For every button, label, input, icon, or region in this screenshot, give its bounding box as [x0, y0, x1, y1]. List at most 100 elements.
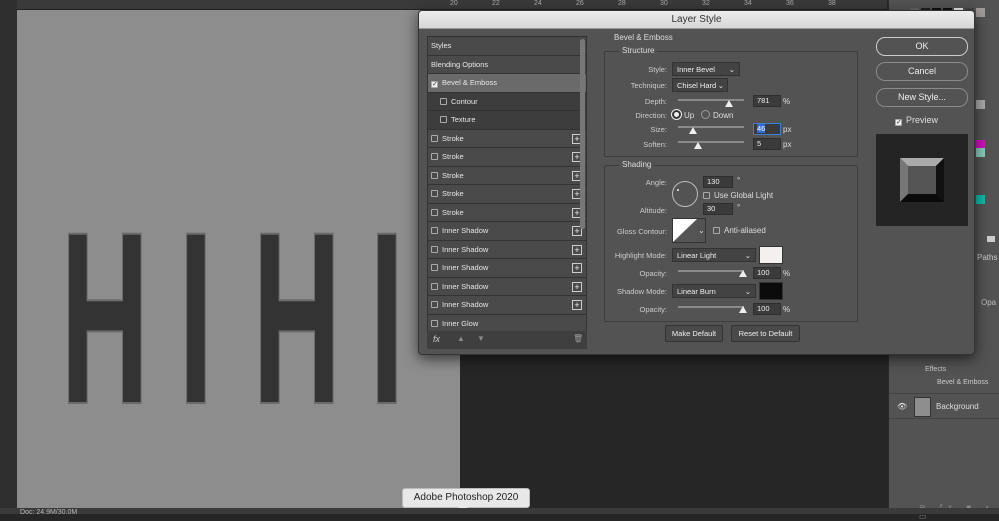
- angle-input[interactable]: 130: [703, 176, 733, 188]
- style-list-item[interactable]: Inner Shadow +: [428, 259, 586, 278]
- tab-paths[interactable]: Paths: [977, 253, 999, 269]
- style-checkbox[interactable]: [440, 97, 447, 105]
- style-checkbox[interactable]: [431, 190, 438, 197]
- style-list-item[interactable]: Contour: [428, 92, 586, 111]
- use-global-light[interactable]: Use Global Light: [703, 191, 773, 200]
- chevron-down-icon[interactable]: ⌄: [698, 226, 705, 235]
- eye-icon[interactable]: 👁: [897, 402, 907, 411]
- highlight-opacity-input[interactable]: 100: [753, 267, 781, 279]
- use-global-light-checkbox[interactable]: [703, 192, 710, 199]
- direction-label: Direction:: [635, 111, 667, 120]
- ruler-tick-label: 34: [744, 0, 752, 7]
- style-list-item[interactable]: Stroke +: [428, 129, 586, 148]
- style-list-label: Inner Shadow: [442, 300, 489, 309]
- opacity-label: Opa: [981, 298, 997, 307]
- preview-toggle[interactable]: ✓ Preview: [895, 115, 938, 126]
- highlight-opacity-thumb[interactable]: [739, 270, 747, 277]
- ruler-tick-label: 30: [660, 0, 668, 7]
- anti-aliased[interactable]: Anti-aliased: [713, 226, 766, 235]
- style-list-item[interactable]: Inner Shadow +: [428, 277, 586, 296]
- technique-select[interactable]: Chisel Hard ⌄: [672, 78, 728, 92]
- style-list-item[interactable]: Inner Shadow +: [428, 240, 586, 259]
- angle-unit: °: [737, 176, 741, 185]
- style-list-item[interactable]: Styles: [428, 37, 586, 56]
- move-up-icon[interactable]: ▲: [457, 334, 465, 343]
- style-list-label: Inner Shadow: [442, 263, 489, 272]
- gloss-contour-label: Gloss Contour:: [616, 227, 667, 236]
- anti-aliased-checkbox[interactable]: [713, 227, 720, 234]
- highlight-mode-select[interactable]: Linear Light ⌄: [672, 248, 756, 262]
- angle-dial[interactable]: [672, 181, 698, 207]
- style-checkbox[interactable]: [431, 134, 438, 142]
- style-list-item[interactable]: Inner Shadow +: [428, 222, 586, 241]
- style-list-item[interactable]: Texture: [428, 111, 586, 130]
- style-list-label: Stroke: [442, 133, 464, 143]
- style-checkbox[interactable]: [431, 319, 438, 327]
- fx-button[interactable]: fx: [433, 334, 440, 344]
- shadow-opacity-slider[interactable]: [678, 306, 744, 308]
- style-select[interactable]: Inner Bevel ⌄: [672, 62, 740, 76]
- canvas-text-hihi: HIHI: [61, 182, 404, 454]
- reset-to-default-button[interactable]: Reset to Default: [731, 325, 800, 342]
- style-checkbox[interactable]: [431, 245, 438, 253]
- effects-label: Effects: [925, 366, 947, 373]
- style-list-item[interactable]: Stroke +: [428, 166, 586, 185]
- depth-input[interactable]: 781: [753, 95, 781, 107]
- style-checkbox[interactable]: [431, 282, 438, 290]
- layer-name: Background: [936, 402, 979, 411]
- cancel-button[interactable]: Cancel: [876, 62, 968, 81]
- highlight-color-swatch[interactable]: [759, 246, 783, 264]
- depth-label: Depth:: [644, 97, 667, 106]
- size-slider-thumb[interactable]: [688, 127, 697, 134]
- style-list-label: Stroke: [442, 189, 464, 198]
- style-label: Style:: [648, 65, 667, 74]
- direction-down-radio[interactable]: [701, 110, 710, 119]
- shadow-mode-select[interactable]: Linear Burn ⌄: [672, 284, 756, 298]
- ok-button[interactable]: OK: [876, 37, 968, 56]
- style-list-item[interactable]: Stroke +: [428, 185, 586, 204]
- color-swatch[interactable]: [976, 100, 985, 109]
- style-list-item[interactable]: Stroke +: [428, 203, 586, 222]
- folder-icon[interactable]: [987, 236, 995, 242]
- depth-slider-thumb[interactable]: [725, 100, 734, 107]
- style-list-item[interactable]: Blending Options: [428, 55, 586, 74]
- soften-slider[interactable]: [678, 141, 744, 143]
- trash-icon[interactable]: 🗑: [573, 334, 583, 343]
- color-swatch[interactable]: [976, 148, 985, 157]
- shadow-color-swatch[interactable]: [759, 282, 783, 300]
- gloss-contour-picker[interactable]: ⌄: [672, 218, 706, 243]
- style-checkbox[interactable]: [431, 264, 438, 271]
- style-checkbox[interactable]: [431, 227, 438, 234]
- canvas[interactable]: HIHI: [17, 10, 460, 510]
- style-list-label: Stroke: [442, 152, 464, 161]
- size-value: 46: [757, 124, 766, 133]
- soften-slider-thumb[interactable]: [693, 142, 702, 149]
- style-list-item[interactable]: Stroke +: [428, 148, 586, 167]
- shadow-opacity-thumb[interactable]: [739, 306, 747, 313]
- shadow-mode-value: Linear Burn: [677, 287, 716, 296]
- style-list-item[interactable]: ✓ Bevel & Emboss: [428, 74, 586, 93]
- horizontal-ruler: 20 22 24 26 28 30 32 34 36 38: [17, 0, 887, 10]
- move-down-icon[interactable]: ▼: [477, 334, 485, 343]
- make-default-button[interactable]: Make Default: [665, 325, 723, 342]
- highlight-opacity-slider[interactable]: [678, 270, 744, 272]
- style-list-item[interactable]: Inner Shadow +: [428, 296, 586, 315]
- depth-slider[interactable]: [678, 99, 744, 101]
- style-checkbox[interactable]: [431, 301, 438, 308]
- new-style-button[interactable]: New Style...: [876, 88, 968, 107]
- color-swatch[interactable]: [976, 195, 985, 204]
- preview-checkbox[interactable]: ✓: [895, 119, 902, 126]
- soften-input[interactable]: 5: [753, 138, 781, 150]
- effect-bevel-emboss[interactable]: Bevel & Emboss: [937, 379, 988, 386]
- style-checkbox[interactable]: [440, 116, 447, 123]
- color-swatch[interactable]: [976, 8, 985, 17]
- style-checkbox[interactable]: [431, 153, 438, 160]
- style-checkbox[interactable]: [431, 208, 438, 216]
- shadow-opacity-input[interactable]: 100: [753, 303, 781, 315]
- size-input[interactable]: 46: [753, 123, 781, 135]
- style-checkbox[interactable]: [431, 171, 438, 179]
- style-checkbox[interactable]: ✓: [431, 81, 438, 88]
- layer-row-background[interactable]: 👁 Background: [889, 393, 999, 419]
- direction-up-radio[interactable]: [671, 109, 682, 120]
- altitude-input[interactable]: 30: [703, 203, 733, 215]
